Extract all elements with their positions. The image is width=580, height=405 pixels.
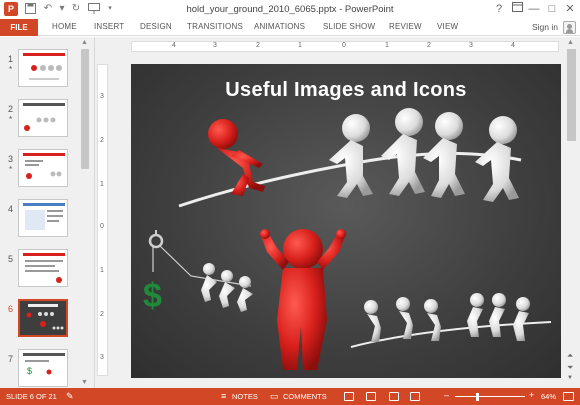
vertical-ruler: 3 2 1 0 1 2 3 (97, 64, 108, 376)
zoom-slider-knob[interactable] (475, 393, 479, 401)
slide-scrollbar[interactable]: ▲ ⏶ ⏷ ▼ (566, 37, 577, 388)
tab-review[interactable]: REVIEW (389, 22, 422, 31)
next-slide-icon[interactable]: ⏷ (567, 363, 573, 373)
ruler-tick: 0 (342, 42, 346, 49)
ruler-tick: 3 (100, 354, 104, 361)
title-bar: P ↶ ▾ ↻ ▾ hold_your_ground_2010_6065.ppt… (0, 0, 580, 19)
tab-slide-show[interactable]: SLIDE SHOW (323, 22, 375, 31)
tug-of-war-small (350, 293, 552, 348)
tab-design[interactable]: DESIGN (140, 22, 172, 31)
thumbnail-number: 7 (8, 354, 14, 364)
zoom-percent[interactable]: 64% (541, 392, 556, 401)
tab-home[interactable]: HOME (52, 22, 77, 31)
tab-transitions[interactable]: TRANSITIONS (187, 22, 243, 31)
ruler-tick: 2 (100, 311, 104, 318)
comments-button[interactable]: COMMENTS (283, 392, 327, 401)
ruler-tick: 4 (511, 42, 515, 49)
ruler-tick: 3 (100, 93, 104, 100)
thumbnail-number: 1 (8, 54, 14, 64)
reading-view-icon[interactable] (389, 392, 399, 401)
close-icon[interactable]: ✕ (563, 2, 577, 16)
ruler-tick: 1 (298, 42, 302, 49)
scroll-thumb[interactable] (567, 49, 576, 141)
dollar-sign: $ (143, 277, 162, 315)
thumbnail-number: 5 (8, 254, 14, 264)
slideshow-icon[interactable] (410, 392, 420, 401)
previous-slide-icon[interactable]: ⏶ (567, 351, 573, 361)
tab-view[interactable]: VIEW (437, 22, 458, 31)
ruler-tick: 2 (256, 42, 260, 49)
slide-canvas[interactable]: Useful Images and Icons $ (131, 64, 561, 378)
scroll-down-icon[interactable]: ▼ (567, 375, 573, 381)
ruler-tick: 1 (385, 42, 389, 49)
scroll-down-icon[interactable]: ▼ (81, 379, 88, 386)
scroll-up-icon[interactable]: ▲ (81, 39, 88, 46)
zoom-out-button[interactable]: – (444, 390, 449, 400)
thumbnail-star: * (9, 115, 13, 124)
thumbnail-number: 2 (8, 104, 14, 114)
slide-thumbnails-pane[interactable]: 1 * 2 * 3 * 4 5 6 7 $ ▲ ▼ (0, 37, 95, 388)
red-strongman-figure (260, 229, 346, 370)
slide-artwork: $ (143, 108, 552, 370)
thumbnail-preview: $ (18, 349, 68, 387)
slide-counter: SLIDE 6 OF 21 (6, 392, 57, 401)
normal-view-icon[interactable] (344, 392, 354, 401)
scroll-thumb[interactable] (81, 49, 89, 169)
tab-insert[interactable]: INSERT (94, 22, 124, 31)
user-avatar-icon[interactable] (563, 21, 576, 34)
minimize-icon[interactable]: — (527, 2, 541, 16)
status-bar: SLIDE 6 OF 21 ✎ ≡ NOTES ▭ COMMENTS – + 6… (0, 388, 580, 405)
thumbnail-star: * (9, 65, 13, 74)
thumbnail-number: 4 (8, 204, 14, 214)
ribbon-display-icon[interactable] (510, 2, 524, 16)
ruler-tick: 1 (100, 181, 104, 188)
ruler-tick: 1 (100, 267, 104, 274)
horizontal-ruler: 4 3 2 1 0 1 2 3 4 (131, 41, 559, 52)
ribbon-tabs: FILE HOME INSERT DESIGN TRANSITIONS ANIM… (0, 19, 580, 36)
thumbnail-preview (18, 299, 68, 337)
pulley-dollar-group: $ (143, 230, 253, 315)
tug-of-war-large (178, 108, 522, 208)
fit-slide-icon[interactable] (563, 392, 574, 401)
ruler-tick: 4 (172, 42, 176, 49)
work-area: 1 * 2 * 3 * 4 5 6 7 $ ▲ ▼ 4 3 2 1 0 1 2 … (0, 37, 580, 388)
zoom-in-button[interactable]: + (529, 390, 534, 400)
thumbnail-preview (18, 49, 68, 87)
ruler-tick: 3 (213, 42, 217, 49)
ruler-tick: 0 (100, 223, 104, 230)
restore-icon[interactable]: □ (545, 2, 559, 16)
thumbnail-preview (18, 149, 68, 187)
help-icon[interactable]: ? (492, 2, 506, 16)
ruler-tick: 3 (469, 42, 473, 49)
thumbnail-preview (18, 199, 68, 237)
scroll-up-icon[interactable]: ▲ (567, 39, 574, 46)
thumbnail-preview (18, 99, 68, 137)
zoom-slider[interactable] (455, 396, 525, 397)
ruler-tick: 2 (100, 137, 104, 144)
thumbnail-number: 3 (8, 154, 14, 164)
notes-button[interactable]: NOTES (232, 392, 258, 401)
thumbnail-star: * (9, 165, 13, 174)
slide-sorter-icon[interactable] (366, 392, 376, 401)
comments-icon: ▭ (270, 391, 279, 401)
svg-text:$: $ (27, 366, 32, 376)
thumbnail-number: 6 (8, 304, 14, 314)
ruler-tick: 2 (427, 42, 431, 49)
thumbnail-preview (18, 249, 68, 287)
tab-animations[interactable]: ANIMATIONS (254, 22, 305, 31)
spell-check-icon[interactable]: ✎ (66, 391, 74, 402)
notes-icon: ≡ (221, 391, 227, 401)
thumbnails-scrollbar[interactable]: ▲ ▼ (80, 37, 90, 388)
tab-file[interactable]: FILE (0, 19, 38, 36)
sign-in-link[interactable]: Sign in (532, 22, 558, 32)
